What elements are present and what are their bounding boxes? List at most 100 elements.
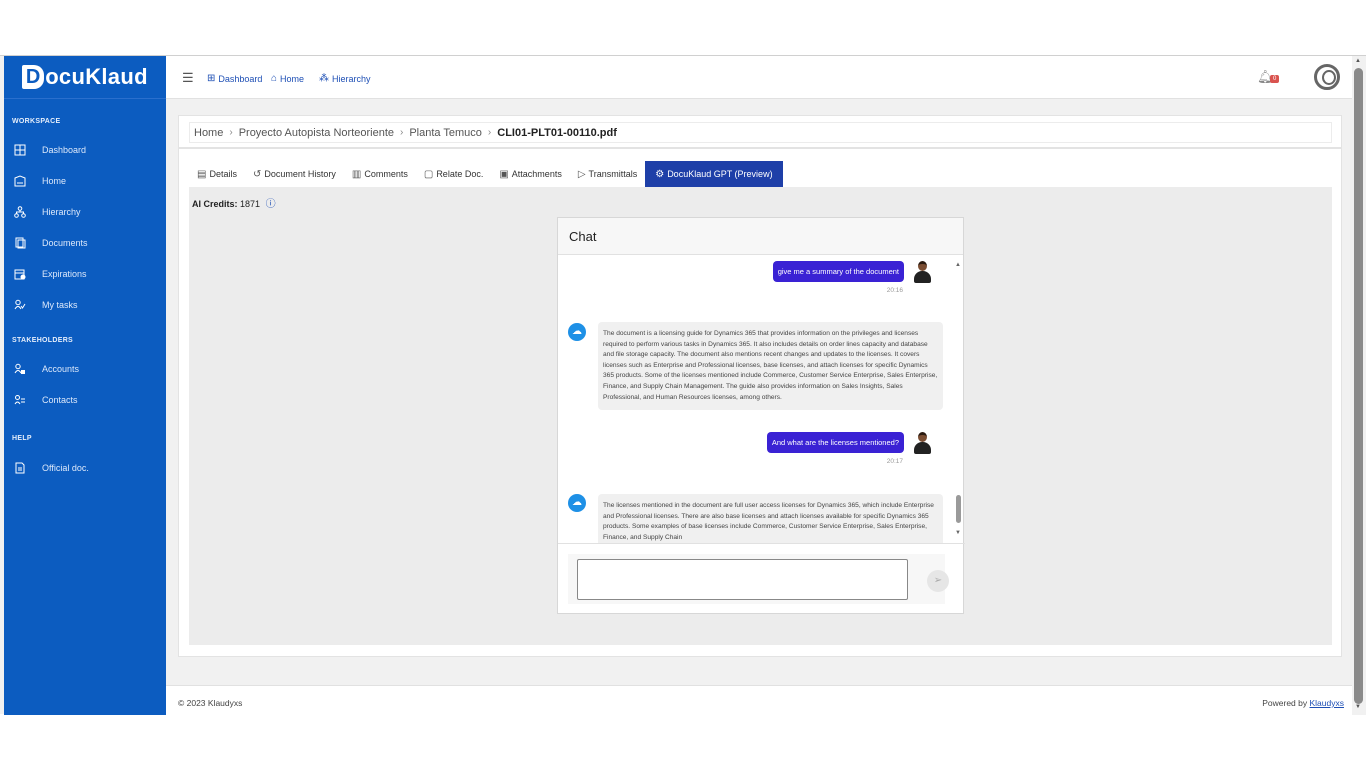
gpt-icon: ⚙ (655, 168, 665, 180)
message-time: 20:16 (886, 287, 903, 294)
sidebar-item-label: Dashboard (42, 144, 87, 155)
sidebar-item-dashboard[interactable]: Dashboard (4, 134, 166, 165)
powered-by-link[interactable]: Klaudyxs (1310, 698, 1345, 708)
brand-logo[interactable]: DocuKlaud (4, 56, 166, 99)
tab-document-history[interactable]: ↺ Document History (245, 161, 344, 187)
sidebar-item-accounts[interactable]: Accounts (4, 353, 166, 384)
chat-messages[interactable]: give me a summary of the document 20:16 … (558, 255, 965, 543)
chat-scrollbar[interactable]: ▲ ▼ (953, 255, 965, 543)
chat-composer: ➢ (558, 543, 965, 615)
topnav-dashboard-link[interactable]: ⊞ Dashboard (207, 73, 262, 84)
dashboard-icon: ⊞ (207, 73, 216, 84)
scroll-thumb[interactable] (956, 495, 961, 523)
sidebar-item-expirations[interactable]: Expirations (4, 258, 166, 289)
sidebar-item-home[interactable]: Home (4, 165, 166, 196)
topnav-hierarchy-link[interactable]: ⁂ Hierarchy (319, 73, 371, 84)
user-avatar-icon (912, 261, 932, 283)
message-time: 20:17 (886, 458, 903, 465)
sidebar-item-hierarchy[interactable]: Hierarchy (4, 196, 166, 227)
chevron-right-icon: › (400, 127, 404, 138)
hamburger-menu-icon[interactable]: ☰ (182, 70, 194, 86)
sidebar-item-label: Documents (42, 237, 88, 248)
sidebar: DocuKlaud WORKSPACE Dashboard Home Hiera… (4, 56, 166, 715)
bot-avatar-icon: ☁ (568, 323, 586, 341)
window-scroll-thumb[interactable] (1354, 68, 1363, 704)
window-scrollbar[interactable]: ▲ ▼ (1352, 56, 1366, 715)
notification-badge: 0 (1270, 75, 1280, 83)
sidebar-item-label: Expirations (42, 268, 87, 279)
user-avatar-icon (912, 432, 932, 454)
scroll-down-arrow-icon[interactable]: ▼ (955, 530, 961, 536)
section-title-stakeholders: STAKEHOLDERS (12, 337, 74, 344)
chevron-right-icon: › (229, 127, 233, 138)
user-avatar[interactable] (1314, 64, 1340, 90)
info-icon[interactable]: ⓘ (266, 199, 276, 210)
contacts-icon (13, 393, 27, 407)
relate-icon: ▢ (423, 168, 434, 180)
user-message: And what are the licenses mentioned? (766, 432, 904, 453)
powered-by-label: Powered by (1262, 698, 1308, 708)
logo-text: ocuKlaud (45, 64, 148, 89)
breadcrumb-project[interactable]: Proyecto Autopista Norteoriente (239, 127, 394, 139)
ai-credits: AI Credits: 1871 ⓘ (192, 195, 276, 210)
powered-by: Powered by Klaudyxs (1262, 698, 1344, 708)
send-icon: ➢ (933, 575, 943, 586)
sidebar-item-label: Accounts (42, 363, 80, 374)
logo: DocuKlaud (22, 64, 148, 90)
scroll-up-arrow-icon[interactable]: ▲ (1355, 58, 1361, 64)
document-card: ▤ Details ↺ Document History ▥ Comments ▢ Re… (178, 148, 1342, 657)
tab-docuklaud-gpt[interactable]: ⚙ DocuKlaud GPT (Preview) (645, 161, 783, 187)
chat-input-wrapper: ➢ (568, 554, 949, 604)
scroll-down-arrow-icon[interactable]: ▼ (1355, 704, 1361, 710)
accounts-icon (13, 362, 27, 376)
attachments-icon: ▣ (499, 168, 509, 180)
section-title-workspace: WORKSPACE (12, 118, 61, 125)
home-icon (13, 174, 27, 188)
tab-relate-doc[interactable]: ▢ Relate Doc. (416, 161, 491, 187)
copyright-text: © 2023 Klaudyxs (178, 698, 243, 708)
breadcrumb: Home › Proyecto Autopista Norteoriente ›… (189, 122, 1332, 143)
chat-panel: Chat give me a summary of the document 2… (557, 217, 965, 615)
app-window: DocuKlaud WORKSPACE Dashboard Home Hiera… (0, 55, 1366, 715)
sidebar-item-contacts[interactable]: Contacts (4, 384, 166, 415)
chat-message-input[interactable] (577, 559, 908, 600)
breadcrumb-card: Home › Proyecto Autopista Norteoriente ›… (178, 115, 1342, 148)
document-tabs: ▤ Details ↺ Document History ▥ Comments ▢ Re… (189, 161, 783, 187)
ai-credits-label: AI Credits: (192, 199, 238, 209)
history-icon: ↺ (252, 168, 262, 180)
ai-credits-value: 1871 (240, 199, 261, 209)
scroll-up-arrow-icon[interactable]: ▲ (955, 262, 961, 268)
sidebar-item-documents[interactable]: Documents (4, 227, 166, 258)
top-navbar: ☰ ⊞ Dashboard ⌂ Home ⁂ Hierarchy 🔔︎ 0 (166, 56, 1352, 99)
tab-comments[interactable]: ▥ Comments (344, 161, 416, 187)
sidebar-item-label: Official doc. (42, 462, 89, 473)
tasks-icon (13, 298, 27, 312)
bot-message: The licenses mentioned in the document a… (598, 494, 943, 543)
topnav-home-link[interactable]: ⌂ Home (271, 73, 304, 84)
page-footer: © 2023 Klaudyxs Powered by Klaudyxs (166, 685, 1352, 715)
documents-icon (13, 236, 27, 250)
send-button[interactable]: ➢ (927, 570, 949, 592)
expirations-icon (13, 267, 27, 281)
bot-avatar-icon: ☁ (568, 494, 586, 512)
chat-title: Chat (558, 218, 963, 255)
sidebar-item-my-tasks[interactable]: My tasks (4, 289, 166, 320)
breadcrumb-plant[interactable]: Planta Temuco (409, 127, 482, 139)
chevron-right-icon: › (487, 127, 492, 138)
bot-message: The document is a licensing guide for Dy… (598, 322, 943, 411)
sidebar-item-label: Home (42, 175, 67, 186)
sidebar-item-official-doc[interactable]: Official doc. (4, 452, 166, 483)
sidebar-item-label: Hierarchy (42, 206, 81, 217)
logo-mark: D (22, 65, 45, 89)
breadcrumb-home[interactable]: Home (194, 127, 223, 139)
dashboard-icon (13, 143, 27, 157)
section-title-help: HELP (12, 435, 32, 442)
document-icon (13, 461, 27, 475)
gpt-tab-panel: AI Credits: 1871 ⓘ Chat give me a summar… (189, 187, 1332, 645)
comments-icon: ▥ (351, 168, 362, 180)
tab-details[interactable]: ▤ Details (189, 161, 245, 187)
tab-transmittals[interactable]: ▷ Transmittals (570, 161, 645, 187)
tab-attachments[interactable]: ▣ Attachments (491, 161, 569, 187)
sidebar-item-label: My tasks (42, 299, 78, 310)
send-icon: ▷ (577, 168, 586, 180)
